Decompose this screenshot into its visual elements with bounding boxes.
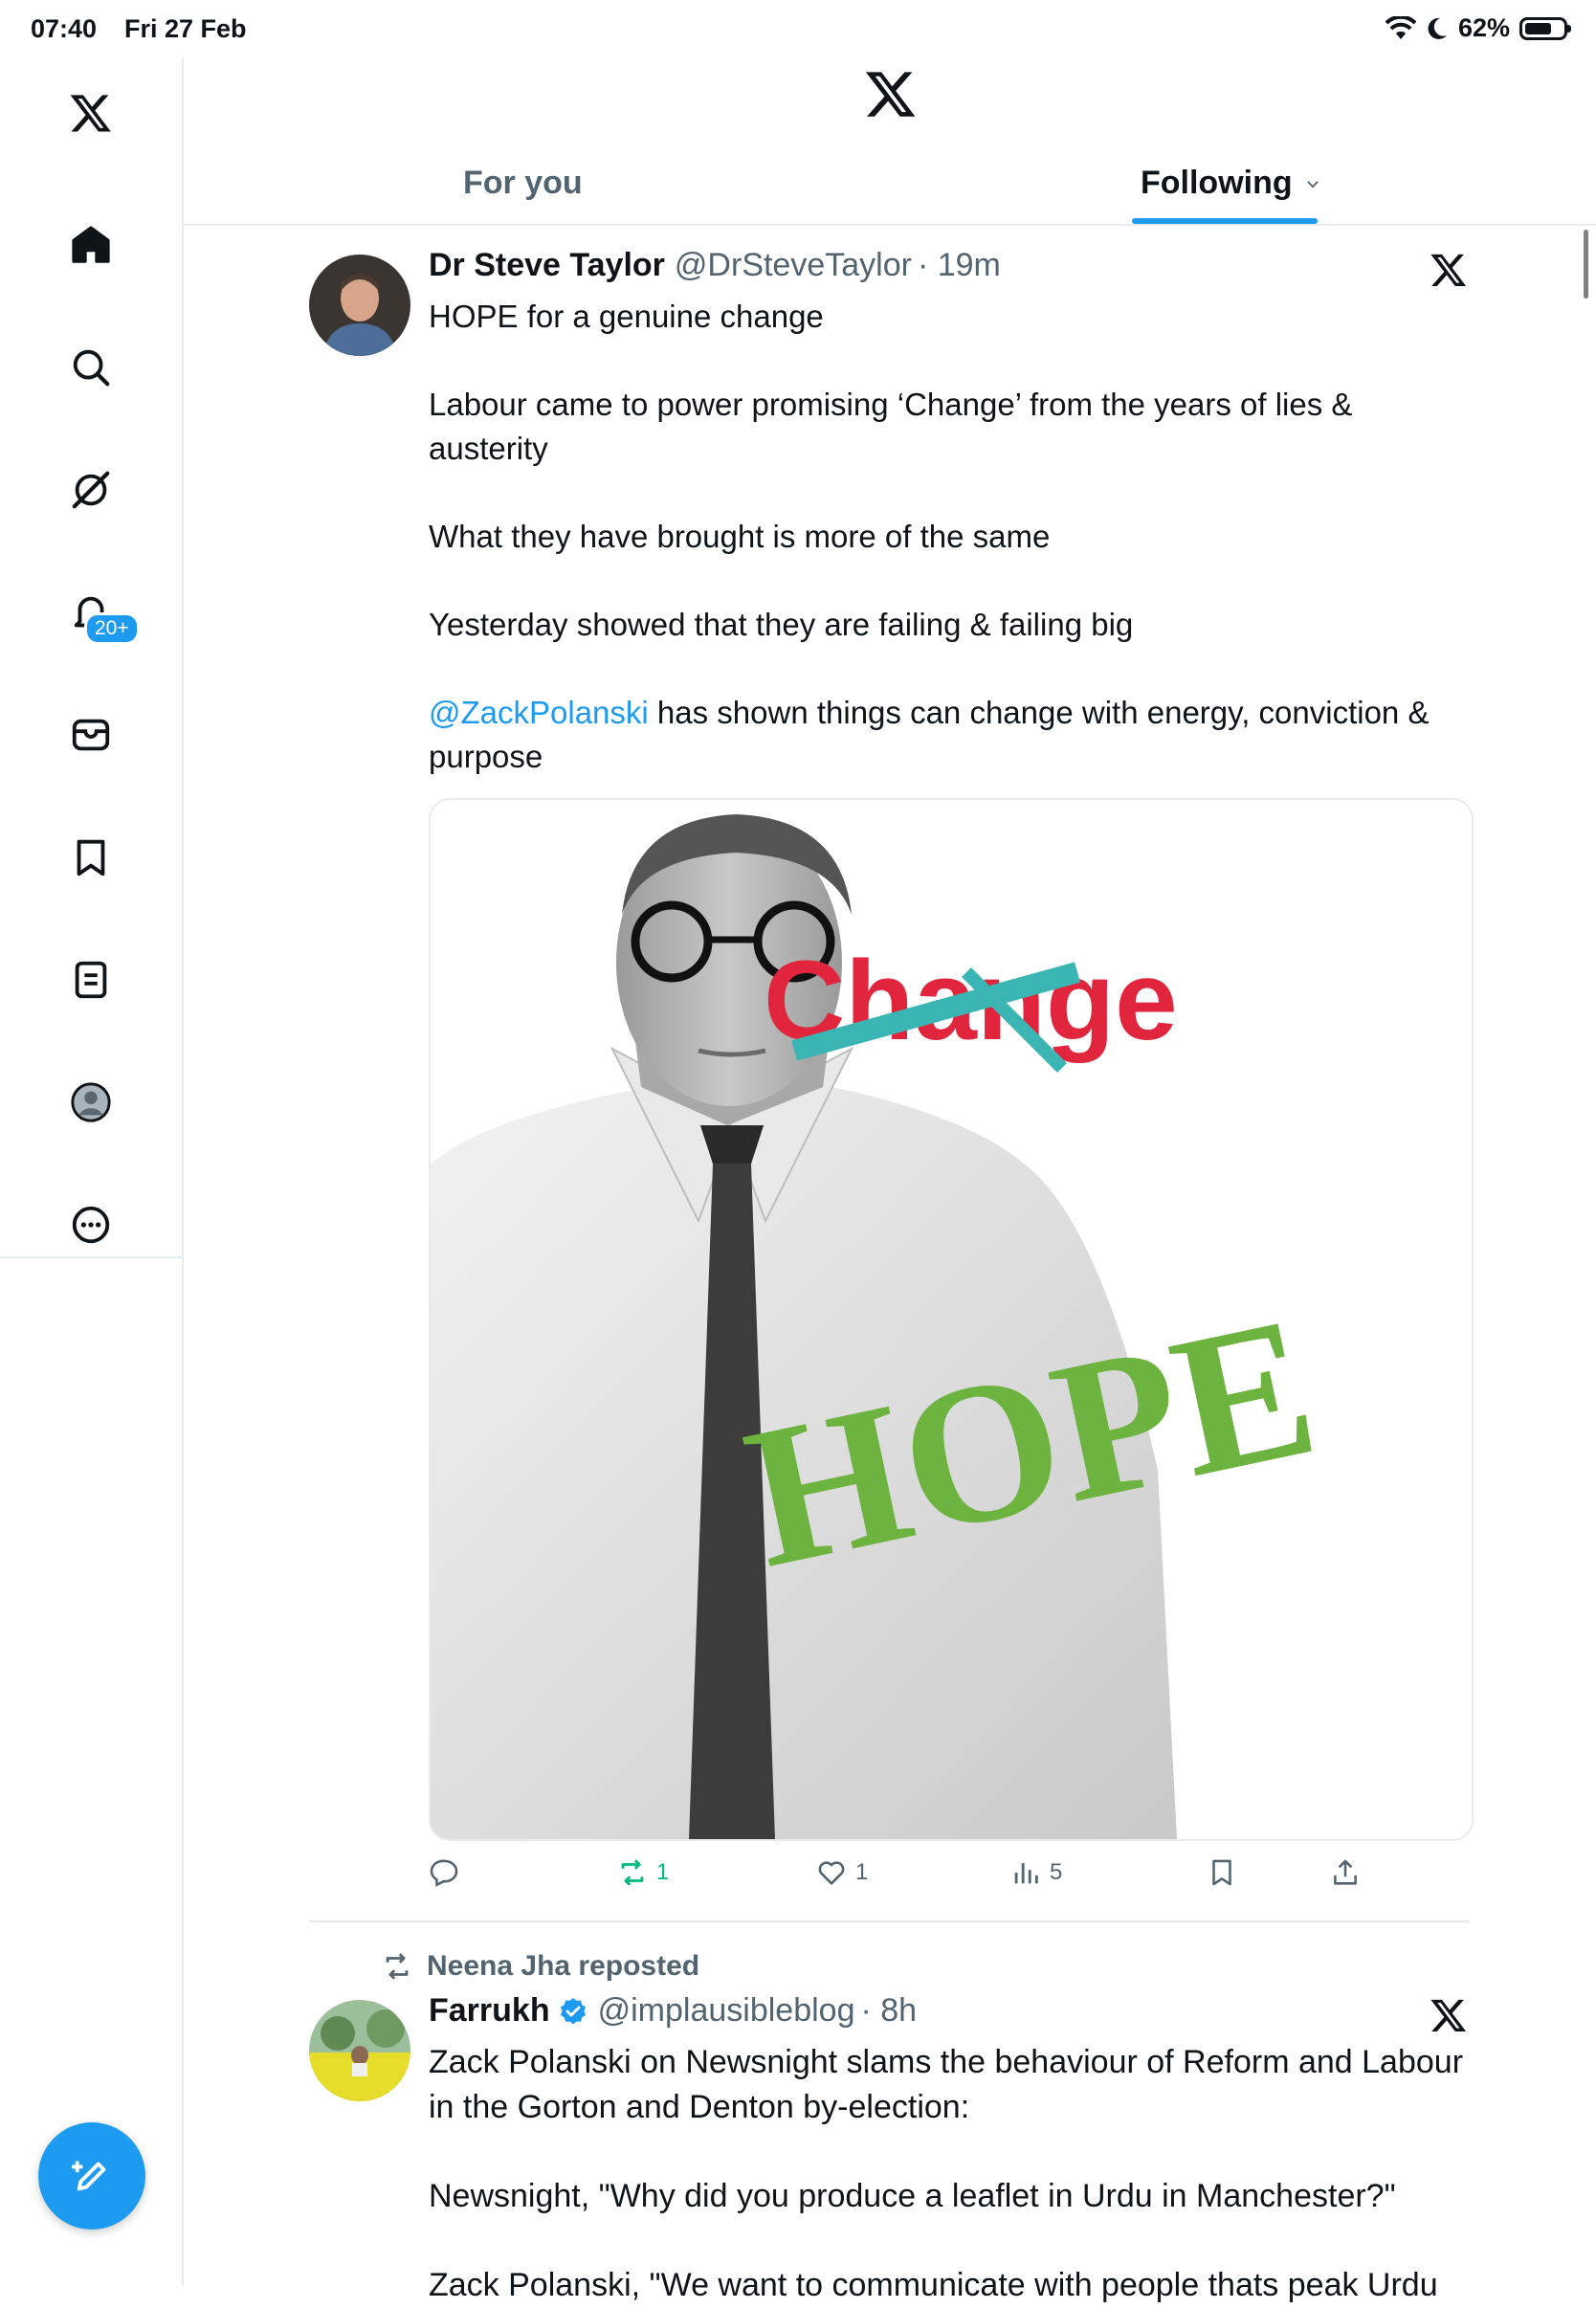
mention-link[interactable]: @ZackPolanski (429, 695, 649, 730)
views-icon (1014, 1863, 1038, 1884)
post-time: · 8h (860, 1992, 918, 2029)
post-text-line: Newsnight, "Why did you produce a leafle… (429, 2178, 1396, 2214)
home-icon[interactable] (64, 218, 118, 272)
status-date: Fri 27 Feb (124, 14, 247, 43)
lists-icon[interactable] (64, 953, 118, 1007)
post-text-line: Labour came to power promising ‘Change’ … (429, 387, 1353, 466)
moon-icon (1428, 17, 1447, 39)
wifi-icon (1385, 15, 1416, 39)
like-button[interactable]: 1 (815, 1856, 868, 1889)
post-text-line: What they have brought is more of the sa… (429, 519, 1051, 554)
post-text-line: @ZackPolanski has shown things can chang… (429, 691, 1472, 779)
post-divider (309, 1920, 1470, 1922)
status-right: 62% (1385, 13, 1571, 43)
post-text: HOPE for a genuine change Labour came to… (429, 295, 1472, 779)
post-avatar[interactable] (309, 255, 410, 356)
heart-icon (818, 1861, 845, 1885)
like-count: 1 (855, 1859, 869, 1885)
repost-button[interactable]: 1 (616, 1856, 669, 1889)
battery-percent: 62% (1457, 13, 1510, 42)
status-bar: 07:40 Fri 27 Feb 62% (0, 0, 1596, 57)
bookmark-button[interactable] (1206, 1856, 1238, 1889)
share-button[interactable] (1329, 1856, 1362, 1889)
post-avatar[interactable] (309, 2000, 410, 2101)
author-handle[interactable]: @implausibleblog (598, 1992, 855, 2030)
header-x-logo-icon[interactable] (864, 67, 918, 121)
post-text-line: Zack Polanski on Newsnight slams the beh… (429, 2044, 1464, 2125)
battery-icon (1519, 16, 1571, 40)
grok-icon[interactable] (64, 463, 118, 517)
compose-icon (71, 2161, 106, 2191)
timeline-tabs: For you Following (184, 153, 1596, 226)
post-text-line: HOPE for a genuine change (429, 299, 824, 334)
reply-button[interactable] (429, 1856, 461, 1889)
x-logo-icon[interactable] (64, 86, 118, 140)
post-header: Farrukh @implausibleblog · 8h (429, 1992, 917, 2030)
more-icon[interactable] (64, 1198, 118, 1252)
repost-count: 1 (656, 1859, 670, 1885)
verified-badge-icon (560, 1997, 586, 2024)
repost-icon (621, 1859, 644, 1886)
chevron-down-icon (1306, 180, 1319, 188)
notification-badge: 20+ (84, 612, 140, 645)
author-name[interactable]: Dr Steve Taylor (429, 247, 665, 284)
bookmarks-icon[interactable] (64, 831, 118, 884)
reply-icon (430, 1859, 458, 1887)
active-tab-indicator (1132, 218, 1318, 224)
profile-icon[interactable] (64, 1076, 118, 1129)
scrollbar[interactable] (1584, 230, 1588, 299)
views-button[interactable]: 5 (1009, 1856, 1062, 1889)
bookmark-icon (1212, 1859, 1231, 1886)
post-image[interactable]: Change HOPE (429, 798, 1474, 1841)
tab-following[interactable]: Following (1141, 165, 1321, 202)
repost-context[interactable]: Neena Jha reposted (381, 1950, 699, 1983)
tab-for-you[interactable]: For you (463, 165, 583, 202)
repost-label: Neena Jha reposted (427, 1950, 700, 1982)
post-actions: 1 1 5 (429, 1856, 1470, 1895)
author-name[interactable]: Farrukh (429, 1992, 550, 2030)
post-x-logo-icon[interactable] (1430, 251, 1468, 289)
post-text: Zack Polanski on Newsnight slams the beh… (429, 2040, 1472, 2308)
post-x-logo-icon[interactable] (1430, 1996, 1468, 2034)
post-time: · 19m (917, 247, 1001, 283)
post-text-line: Yesterday showed that they are failing &… (429, 607, 1134, 642)
search-icon[interactable] (64, 341, 118, 394)
views-count: 5 (1050, 1859, 1063, 1885)
messages-icon[interactable] (64, 708, 118, 762)
compose-post-button[interactable] (38, 2122, 145, 2230)
share-icon (1334, 1859, 1357, 1885)
sidebar: 20+ (0, 57, 184, 1258)
author-handle[interactable]: @DrSteveTaylor (675, 247, 912, 284)
tab-following-label: Following (1141, 165, 1293, 201)
repost-icon (386, 1953, 409, 1980)
status-time: 07:40 (31, 14, 98, 43)
post-text-line: Zack Polanski, "We want to communicate w… (429, 2267, 1438, 2303)
post-header: Dr Steve Taylor @DrSteveTaylor · 19m (429, 247, 1001, 284)
